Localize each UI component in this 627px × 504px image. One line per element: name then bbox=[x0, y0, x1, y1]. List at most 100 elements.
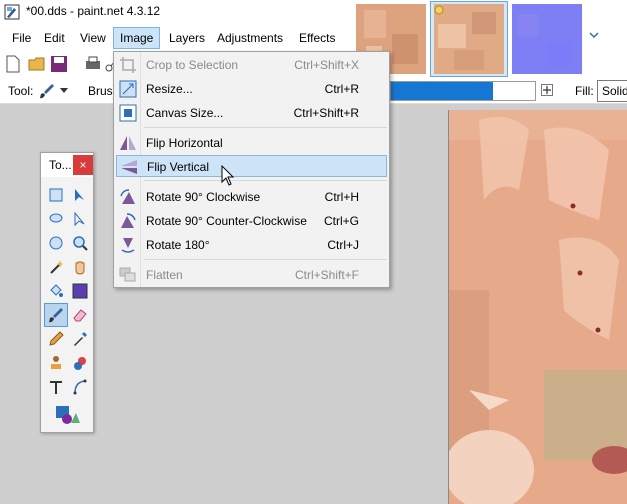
magic-wand-tool[interactable] bbox=[44, 255, 68, 279]
menu-layers[interactable]: Layers bbox=[163, 27, 211, 49]
menu-item-label: Rotate 180° bbox=[146, 238, 210, 252]
menu-flip-horizontal[interactable]: Flip Horizontal bbox=[116, 132, 387, 154]
crop-icon bbox=[120, 57, 136, 73]
gradient-icon bbox=[72, 283, 88, 299]
move-selection-icon bbox=[74, 211, 85, 227]
fill-mode-select[interactable]: Solid bbox=[597, 80, 627, 102]
recolor-icon bbox=[74, 357, 86, 370]
menu-flip-vertical[interactable]: Flip Vertical bbox=[116, 155, 387, 177]
flip-vertical-icon bbox=[121, 160, 137, 174]
normal-map-thumbnail bbox=[512, 4, 582, 74]
skin-texture-image bbox=[449, 110, 627, 504]
image-thumbnail-3[interactable] bbox=[512, 4, 582, 74]
menu-rotate-90-cw[interactable]: Rotate 90° Clockwise Ctrl+H bbox=[116, 186, 387, 208]
image-thumbnail-2-selected[interactable] bbox=[430, 1, 508, 77]
ellipse-select-tool[interactable] bbox=[44, 231, 68, 255]
print-icon[interactable] bbox=[84, 55, 102, 73]
menu-adjustments[interactable]: Adjustments bbox=[211, 27, 289, 49]
tool-label: Tool: bbox=[8, 84, 34, 98]
menu-effects[interactable]: Effects bbox=[293, 27, 341, 49]
shapes-tool[interactable] bbox=[53, 403, 83, 427]
menu-resize[interactable]: Resize... Ctrl+R bbox=[116, 78, 387, 100]
move-selection-tool[interactable] bbox=[68, 183, 92, 207]
save-icon[interactable] bbox=[50, 55, 68, 73]
menu-image[interactable]: Image bbox=[113, 27, 161, 49]
menu-item-label: Flip Horizontal bbox=[146, 136, 223, 150]
menu-file[interactable]: File bbox=[6, 27, 37, 49]
lasso-select-tool[interactable] bbox=[44, 207, 68, 231]
flip-horizontal-icon bbox=[120, 136, 136, 150]
menu-rotate-90-ccw[interactable]: Rotate 90° Counter-Clockwise Ctrl+G bbox=[116, 210, 387, 232]
paintnet-app-icon bbox=[4, 4, 20, 20]
hand-icon bbox=[75, 261, 85, 275]
pan-tool[interactable] bbox=[68, 255, 92, 279]
menu-item-shortcut: Ctrl+R bbox=[324, 82, 359, 96]
plus-icon bbox=[543, 86, 551, 94]
image-thumbnails bbox=[352, 0, 627, 78]
rectangle-select-tool[interactable] bbox=[44, 183, 68, 207]
menu-crop-to-selection[interactable]: Crop to Selection Ctrl+Shift+X bbox=[116, 54, 387, 76]
rotate-cw-icon bbox=[120, 189, 135, 204]
menu-item-label: Rotate 90° Clockwise bbox=[146, 190, 261, 204]
tools-window-titlebar[interactable]: To... × bbox=[41, 153, 93, 177]
pencil-tool[interactable] bbox=[44, 327, 68, 351]
gradient-tool[interactable] bbox=[68, 279, 92, 303]
tools-close-button[interactable]: × bbox=[73, 155, 93, 175]
canvas-size-icon bbox=[119, 104, 137, 122]
text-tool[interactable] bbox=[44, 375, 68, 399]
menu-item-shortcut: Ctrl+H bbox=[324, 190, 359, 204]
mouse-cursor-icon bbox=[221, 165, 235, 186]
fill-label: Fill: bbox=[575, 84, 594, 98]
paint-bucket-tool[interactable] bbox=[44, 279, 68, 303]
menu-rotate-180[interactable]: Rotate 180° Ctrl+J bbox=[116, 234, 387, 256]
menu-item-shortcut: Ctrl+Shift+X bbox=[294, 58, 359, 72]
flatten-icon bbox=[119, 267, 136, 282]
tool-dropdown-arrow-icon[interactable] bbox=[60, 88, 68, 94]
menu-item-label: Flip Vertical bbox=[147, 160, 210, 174]
line-curve-tool[interactable] bbox=[68, 375, 92, 399]
menu-item-shortcut: Ctrl+Shift+R bbox=[293, 106, 359, 120]
fill-mode-value: Solid bbox=[602, 84, 627, 98]
close-icon: × bbox=[79, 158, 87, 172]
menu-item-shortcut: Ctrl+G bbox=[323, 214, 359, 228]
menu-separator bbox=[144, 259, 387, 260]
eyedropper-icon bbox=[74, 332, 87, 346]
chevron-down-icon[interactable] bbox=[589, 32, 599, 40]
pencil-icon bbox=[49, 331, 64, 346]
new-file-icon[interactable] bbox=[4, 55, 22, 73]
eraser-tool[interactable] bbox=[68, 303, 92, 327]
clone-stamp-tool[interactable] bbox=[44, 351, 68, 375]
menu-item-shortcut: Ctrl+J bbox=[327, 238, 359, 252]
paintbrush-icon[interactable] bbox=[38, 82, 56, 100]
menu-item-label: Flatten bbox=[146, 268, 183, 282]
clone-stamp-icon bbox=[51, 356, 61, 369]
increase-size-button[interactable] bbox=[541, 84, 553, 96]
recolor-tool[interactable] bbox=[68, 351, 92, 375]
menu-edit[interactable]: Edit bbox=[38, 27, 71, 49]
menu-separator bbox=[144, 127, 387, 128]
menu-item-label: Crop to Selection bbox=[146, 58, 239, 72]
resize-icon bbox=[119, 80, 137, 98]
rotate-ccw-icon bbox=[121, 213, 136, 228]
brush-size-slider[interactable] bbox=[390, 81, 536, 101]
menu-flatten[interactable]: Flatten Ctrl+Shift+F bbox=[116, 264, 387, 286]
menu-item-label: Resize... bbox=[146, 82, 193, 96]
menu-canvas-size[interactable]: Canvas Size... Ctrl+Shift+R bbox=[116, 102, 387, 124]
magic-wand-icon bbox=[50, 260, 63, 274]
line-curve-icon bbox=[73, 379, 87, 395]
menu-bar: File Edit View Image Layers Adjustments … bbox=[0, 24, 352, 50]
image-menu-dropdown: Crop to Selection Ctrl+Shift+X Resize...… bbox=[113, 51, 390, 288]
brush-size-fill bbox=[391, 82, 493, 100]
open-folder-icon[interactable] bbox=[28, 55, 46, 73]
move-selection-outline-tool[interactable] bbox=[68, 207, 92, 231]
ellipse-select-icon bbox=[49, 236, 63, 250]
eraser-icon bbox=[73, 309, 87, 322]
image-canvas[interactable] bbox=[448, 110, 627, 504]
menu-view[interactable]: View bbox=[74, 27, 112, 49]
unsaved-star-icon bbox=[434, 5, 444, 15]
zoom-tool[interactable] bbox=[68, 231, 92, 255]
menu-item-shortcut: Ctrl+Shift+F bbox=[294, 268, 359, 282]
menu-item-label: Canvas Size... bbox=[146, 106, 224, 120]
color-picker-tool[interactable] bbox=[68, 327, 92, 351]
paintbrush-tool-selected[interactable] bbox=[44, 303, 68, 327]
